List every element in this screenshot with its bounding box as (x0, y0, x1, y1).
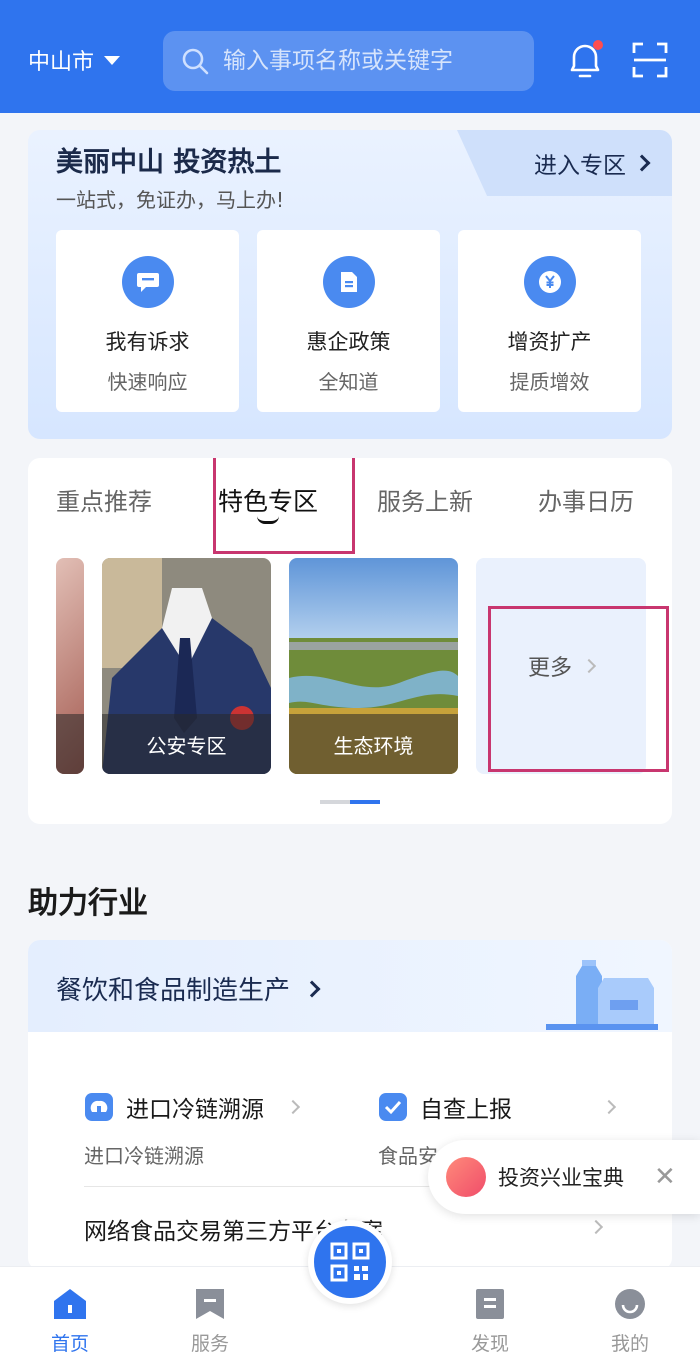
nav-label: 发现 (470, 1333, 509, 1355)
more-highlight-box (488, 606, 669, 772)
food-package-icon (546, 960, 658, 1030)
promo-item-title: 增资扩产 (507, 330, 592, 354)
tab-key-recommend[interactable]: 重点推荐 (56, 482, 152, 517)
zone-tile-caption-bg (56, 714, 84, 774)
zone-tile-caption: 公安专区 (102, 714, 271, 774)
scan-qr-button[interactable] (308, 1220, 392, 1304)
zone-tile-partial[interactable] (56, 558, 84, 774)
promo-card: 美丽中山 投资热土 一站式，免证办，马上办! 进入专区 我有诉求 快速响应 惠企… (28, 130, 672, 439)
city-selector[interactable]: 中山市 (28, 44, 121, 76)
bookmark-icon (196, 1289, 224, 1319)
zone-tile-police[interactable]: 公安专区 (102, 558, 271, 774)
indicator-dot-active (350, 800, 380, 804)
chevron-down-icon (104, 55, 121, 65)
guide-book-icon (446, 1157, 486, 1197)
close-icon[interactable]: ✕ (654, 1162, 676, 1192)
profile-icon (615, 1289, 645, 1319)
top-bar: 中山市 (0, 0, 700, 113)
scan-icon[interactable] (632, 42, 668, 78)
nav-home[interactable]: 首页 (30, 1287, 110, 1356)
promo-item-sub: 快速响应 (107, 370, 188, 394)
qr-code-icon (330, 1242, 370, 1282)
chevron-right-icon (588, 1219, 604, 1235)
search-input[interactable] (223, 48, 523, 74)
promo-title: 美丽中山 投资热土 (56, 147, 282, 178)
industry-header[interactable]: 餐饮和食品制造生产 (28, 940, 672, 1032)
promo-subtitle: 一站式，免证办，马上办! (56, 188, 285, 212)
nav-label: 我的 (610, 1333, 649, 1355)
zone-tile-caption: 生态环境 (289, 714, 458, 774)
chevron-right-icon (285, 1099, 301, 1115)
section-title: 助力行业 (28, 886, 148, 921)
service-cold-chain[interactable]: 进口冷链溯源 (84, 1090, 301, 1124)
checkbox-icon (379, 1093, 407, 1121)
service-title: 进口冷链溯源 (126, 1097, 264, 1123)
nav-label: 服务 (190, 1333, 229, 1355)
chevron-right-icon (303, 980, 321, 997)
promo-item-appeal[interactable]: 我有诉求 快速响应 (56, 230, 239, 412)
zone-tile-ecology[interactable]: 生态环境 (289, 558, 458, 774)
service-title: 自查上报 (420, 1097, 512, 1123)
promo-item-expand[interactable]: 增资扩产 提质增效 (458, 230, 641, 412)
promo-item-sub: 提质增效 (509, 370, 590, 394)
document-icon (476, 1289, 504, 1319)
nav-discover[interactable]: 发现 (450, 1287, 530, 1356)
feature-tabs-card: 重点推荐 特色专区 服务上新 办事日历 公安专区 生态环境 更多 (28, 458, 672, 824)
search-bar[interactable] (163, 31, 534, 91)
enter-zone-label: 进入专区 (534, 153, 626, 179)
chevron-right-icon (601, 1099, 617, 1115)
nav-label: 首页 (50, 1333, 89, 1355)
promo-item-policy[interactable]: 惠企政策 全知道 (257, 230, 440, 412)
nav-mine[interactable]: 我的 (590, 1287, 670, 1356)
carousel-indicator (320, 800, 380, 804)
tab-new-services[interactable]: 服务上新 (377, 482, 473, 517)
service-sub: 进口冷链溯源 (84, 1144, 204, 1168)
search-icon (182, 48, 209, 75)
promo-item-title: 我有诉求 (105, 330, 190, 354)
indicator-dot (320, 800, 350, 804)
home-icon (54, 1289, 86, 1319)
message-icon (121, 256, 174, 308)
promo-item-title: 惠企政策 (306, 330, 391, 354)
floating-guide-label: 投资兴业宝典 (498, 1166, 624, 1190)
city-label: 中山市 (28, 50, 95, 75)
enter-zone-button[interactable]: 进入专区 (457, 130, 672, 196)
floating-guide-button[interactable]: 投资兴业宝典 ✕ (428, 1140, 700, 1214)
tab-calendar[interactable]: 办事日历 (538, 482, 634, 517)
promo-item-sub: 全知道 (318, 370, 379, 394)
tab-highlight-box (213, 458, 355, 554)
yen-coin-icon (523, 256, 576, 308)
document-icon (322, 256, 375, 308)
service-self-report[interactable]: 自查上报 (378, 1090, 617, 1124)
bell-icon[interactable] (566, 40, 604, 80)
nav-service[interactable]: 服务 (170, 1287, 250, 1356)
industry-category: 餐饮和食品制造生产 (56, 976, 291, 1006)
cold-chain-icon (85, 1093, 113, 1121)
chevron-right-icon (633, 154, 651, 172)
